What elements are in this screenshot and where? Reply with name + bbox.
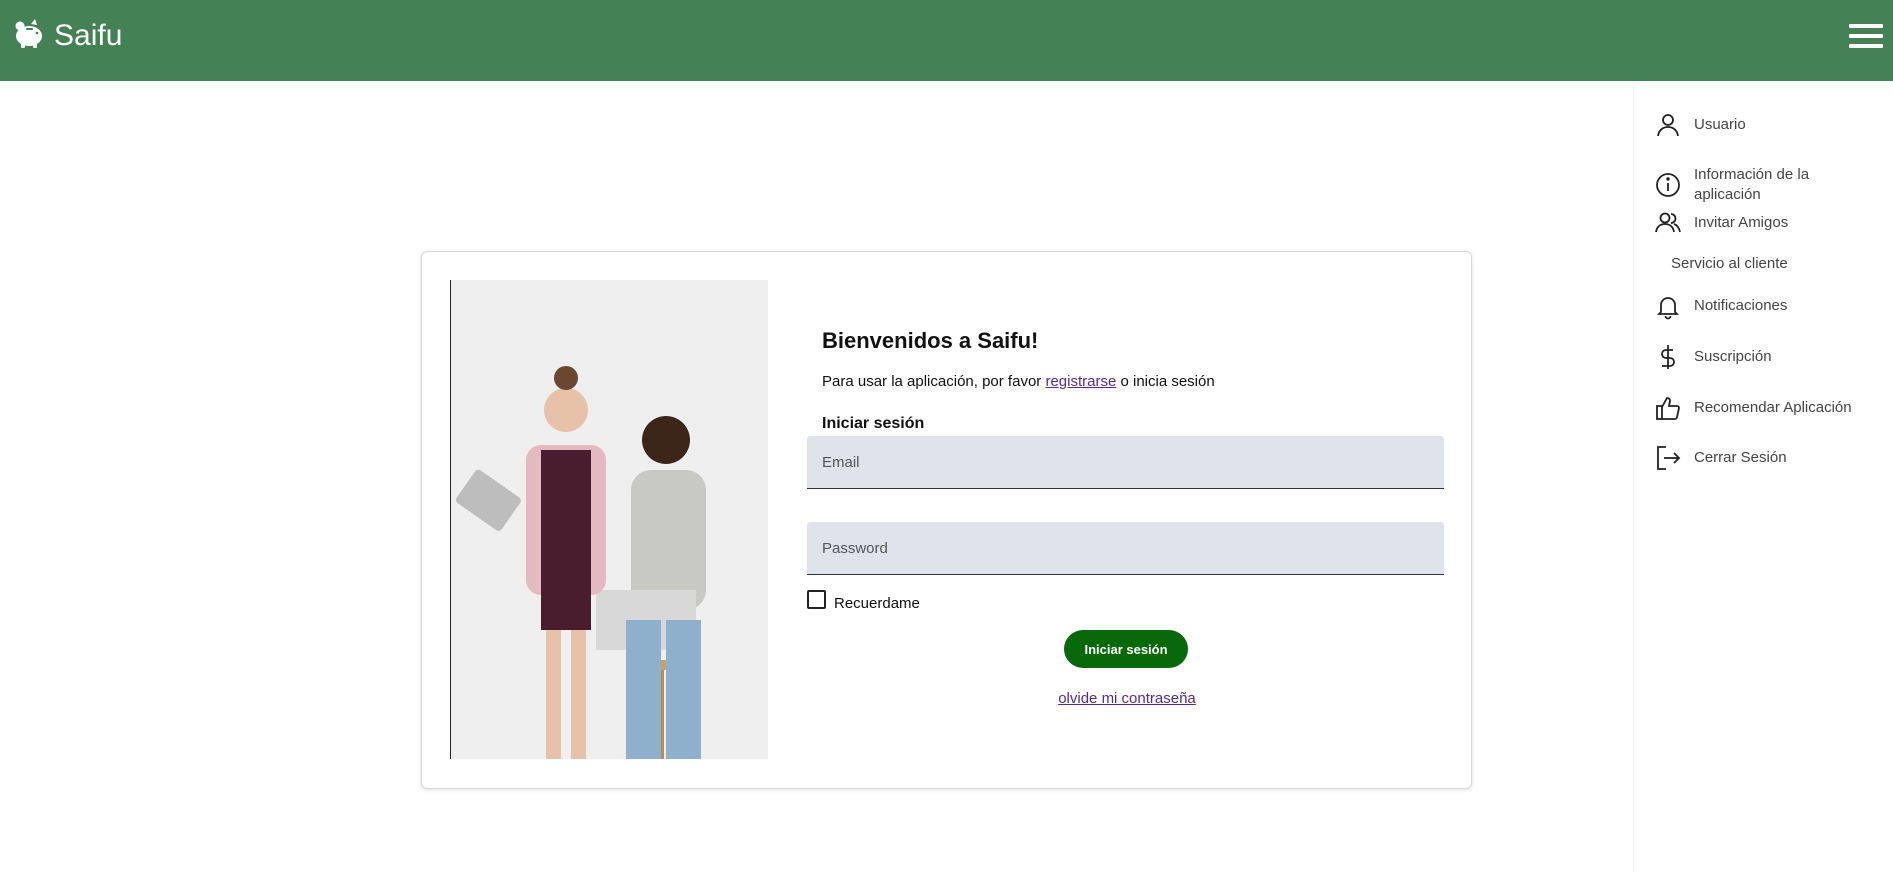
sidebar-item-suscripcion[interactable]: Suscripción [1654,343,1864,371]
login-section-title: Iniciar sesión [822,415,925,432]
people-icon [1654,209,1682,237]
login-button[interactable]: Iniciar sesión [1064,630,1188,668]
sidebar-item-label: Usuario [1694,116,1746,133]
register-link[interactable]: registrarse [1045,373,1116,390]
password-field[interactable] [807,522,1444,574]
login-card: Bienvenidos a Saifu! Para usar la aplica… [421,251,1472,789]
sidebar-item-notificaciones[interactable]: Notificaciones [1654,292,1864,320]
sidebar-item-label: Cerrar Sesión [1694,449,1787,466]
sidebar-item-cerrar-sesion[interactable]: Cerrar Sesión [1654,444,1864,472]
logout-icon [1654,444,1682,472]
sidebar-item-usuario[interactable]: Usuario [1654,111,1864,139]
sidebar-item-invitar-amigos[interactable]: Invitar Amigos [1654,209,1864,237]
email-field[interactable] [807,436,1444,488]
welcome-title: Bienvenidos a Saifu! [822,328,1039,353]
sidebar-item-label: Información de la aplicación [1694,166,1810,203]
dollar-icon [1654,343,1682,371]
sidebar-item-informacion[interactable]: Información de la aplicación [1654,165,1864,205]
welcome-photo [450,280,768,759]
top-app-bar: Saifu [0,0,1893,81]
sidebar-item-label: Servicio al cliente [1671,255,1788,272]
remember-label: Recuerdame [834,595,920,612]
side-menu: Usuario Información de la aplicación Inv… [1633,86,1893,872]
sidebar-item-recomendar[interactable]: Recomendar Aplicación [1654,394,1864,422]
sidebar-item-label: Notificaciones [1694,297,1788,314]
info-icon [1654,171,1682,199]
intro-text-start: Para usar la aplicación, por favor [822,373,1046,390]
user-icon [1654,111,1682,139]
brand-name: Saifu [54,18,123,52]
bell-icon [1654,292,1682,320]
intro-text-end: o inicia sesión [1116,373,1215,390]
piggy-bank-icon [12,16,46,55]
thumbs-up-icon [1654,394,1682,422]
hamburger-menu-icon[interactable] [1849,24,1883,52]
forgot-password-wrapper: olvide mi contraseña [797,690,1457,707]
remember-me: Recuerdame [807,590,920,612]
sidebar-item-label: Suscripción [1694,348,1772,365]
email-field-wrapper [807,436,1444,489]
brand[interactable]: Saifu [12,16,122,55]
remember-checkbox[interactable] [807,590,826,609]
login-form: Bienvenidos a Saifu! Para usar la aplica… [797,252,1457,788]
sidebar-item-label: Invitar Amigos [1694,214,1789,231]
password-field-wrapper [807,522,1444,575]
forgot-password-link[interactable]: olvide mi contraseña [1058,690,1196,707]
sidebar-item-servicio-cliente[interactable]: Servicio al cliente [1671,254,1841,274]
sidebar-item-label: Recomendar Aplicación [1694,399,1852,416]
intro-text: Para usar la aplicación, por favor regis… [822,373,1215,390]
